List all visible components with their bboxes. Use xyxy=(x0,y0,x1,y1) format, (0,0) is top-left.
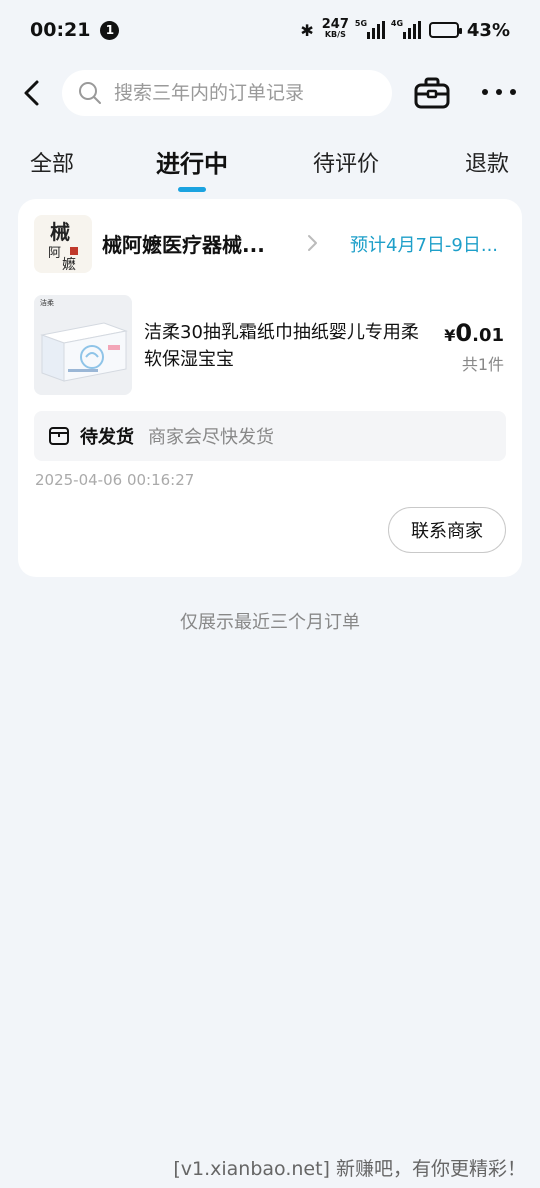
tab-to-review[interactable]: 待评价 xyxy=(313,146,379,178)
shop-logo[interactable]: 械 阿 嬷 xyxy=(34,215,92,273)
recent-orders-note: 仅展示最近三个月订单 xyxy=(180,612,360,633)
notification-badge: 1 xyxy=(100,20,120,40)
search-box[interactable] xyxy=(62,70,392,116)
svg-text:嬷: 嬷 xyxy=(62,257,76,273)
battery-icon xyxy=(428,22,462,38)
network-speed-value: 247 xyxy=(321,17,349,32)
order-status-description: 商家会尽快发货 xyxy=(148,427,274,448)
package-icon xyxy=(49,427,69,445)
price-symbol: ¥ xyxy=(444,326,456,345)
svg-text:阿: 阿 xyxy=(48,246,61,261)
tab-in-progress[interactable]: 进行中 xyxy=(156,144,228,179)
network-speed: 247 KB/S xyxy=(321,17,349,40)
svg-text:械: 械 xyxy=(50,220,70,244)
order-timestamp: 2025-04-06 00:16:27 xyxy=(35,471,195,489)
search-input[interactable] xyxy=(114,82,364,104)
signal-5g-icon: 5G xyxy=(354,19,385,39)
signal-4g-label: 4G xyxy=(390,19,404,28)
watermark: [v1.xianbao.net] 新赚吧，有你更精彩！ xyxy=(173,1158,526,1180)
more-icon[interactable] xyxy=(482,80,516,104)
contact-seller-button[interactable]: 联系商家 xyxy=(388,507,506,553)
bluetooth-icon: ✱ xyxy=(300,20,314,40)
network-speed-unit: KB/S xyxy=(324,30,346,39)
signal-4g-icon: 4G xyxy=(390,19,421,39)
price-decimal: .01 xyxy=(472,325,504,346)
signal-5g-label: 5G xyxy=(354,19,368,28)
order-tabs: 全部 进行中 待评价 退款 xyxy=(0,140,540,192)
delivery-estimate: 预计4月7日-9日... xyxy=(350,235,499,256)
tab-refund[interactable]: 退款 xyxy=(465,146,509,178)
order-status-strip[interactable]: 待发货 商家会尽快发货 xyxy=(34,411,506,461)
back-arrow-icon[interactable] xyxy=(20,78,46,108)
order-status: 待发货 xyxy=(80,427,134,448)
product-image[interactable]: 洁柔 xyxy=(34,295,132,395)
status-right: ✱ 247 KB/S 5G 4G 43% xyxy=(300,17,510,41)
product-image-art: 洁柔 xyxy=(34,295,132,395)
shop-logo-art: 械 阿 嬷 xyxy=(48,220,78,273)
battery-percent: 43% xyxy=(466,19,510,41)
status-left: 00:21 1 xyxy=(30,19,120,41)
chevron-right-icon[interactable] xyxy=(306,233,318,253)
search-icon xyxy=(79,82,101,104)
bag-icon[interactable] xyxy=(414,76,450,110)
search-header xyxy=(0,68,540,118)
shop-name[interactable]: 械阿嬷医疗器械... xyxy=(102,229,265,258)
status-time: 00:21 xyxy=(30,19,91,41)
product-price: ¥0.01 xyxy=(444,319,504,347)
product-title[interactable]: 洁柔30抽乳霜纸巾抽纸婴儿专用柔软保湿宝宝 xyxy=(144,319,434,373)
product-quantity: 共1件 xyxy=(461,355,504,374)
status-bar: 00:21 1 ✱ 247 KB/S 5G 4G 43% xyxy=(0,0,540,60)
product-brand-label: 洁柔 xyxy=(40,298,54,307)
price-integer: 0 xyxy=(455,319,473,347)
order-card[interactable]: 械 阿 嬷 械阿嬷医疗器械... 预计4月7日-9日... 洁柔 洁柔30抽乳霜… xyxy=(18,199,522,577)
tab-all[interactable]: 全部 xyxy=(30,146,74,178)
active-tab-indicator xyxy=(178,187,206,192)
